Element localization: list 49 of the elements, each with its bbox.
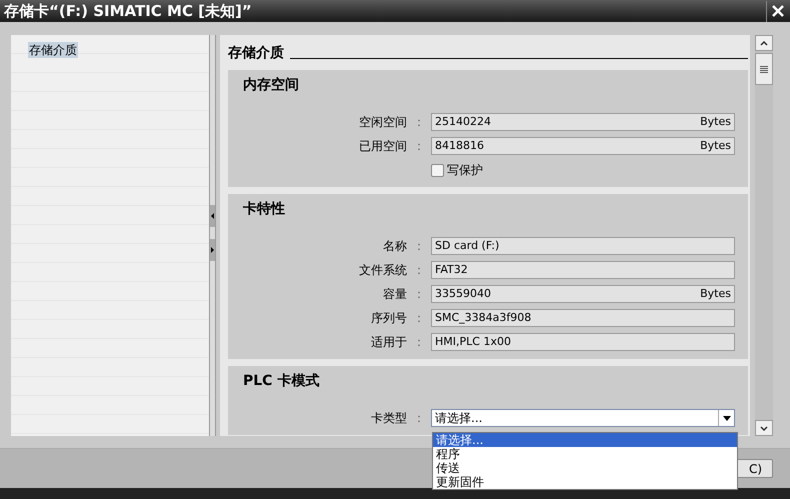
scroll-down-button[interactable]	[755, 420, 773, 436]
dropdown-option[interactable]: 传送	[433, 461, 737, 475]
input-field[interactable]: SMC_3384a3f908	[431, 309, 735, 327]
colon-mark: ：	[413, 138, 425, 155]
colon-mark: ：	[413, 286, 425, 303]
field-label: 卡类型	[371, 410, 407, 427]
section-heading: 存储介质	[228, 44, 284, 62]
field-label: 空闲空间	[359, 114, 407, 131]
input-field[interactable]: SD card (F:)	[431, 237, 735, 255]
dropdown-arrow-icon	[722, 416, 730, 420]
field-label: 容量	[383, 286, 407, 303]
window-title: 存储卡“(F:) SIMATIC MC [未知]”	[4, 0, 252, 22]
field-label: 已用空间	[359, 138, 407, 155]
grip-icon	[760, 66, 768, 72]
expand-right-button[interactable]	[210, 239, 215, 261]
colon-mark: ：	[413, 262, 425, 279]
input-field[interactable]: 33559040 Bytes	[431, 285, 735, 303]
input-field[interactable]: 25140224 Bytes	[431, 113, 735, 131]
input-field[interactable]: 8418816 Bytes	[431, 137, 735, 155]
right-arrow-icon	[211, 247, 214, 253]
field-label: 文件系统	[359, 262, 407, 279]
checkbox[interactable]	[431, 164, 444, 176]
dropdown-option[interactable]: 请选择...	[433, 433, 737, 447]
field-label: 名称	[383, 238, 407, 255]
input-field[interactable]: HMI,PLC 1x00	[431, 333, 735, 351]
section-title: 卡特性	[243, 200, 285, 218]
scrollbar[interactable]	[755, 35, 773, 436]
colon-mark: ：	[413, 410, 425, 427]
left-arrow-icon	[211, 213, 214, 219]
checkbox-label: 写保护	[447, 162, 483, 179]
section-title: PLC 卡模式	[243, 372, 320, 390]
collapse-left-button[interactable]	[210, 205, 215, 227]
dropdown-option[interactable]: 更新固件	[433, 475, 737, 489]
scroll-thumb[interactable]	[755, 53, 773, 85]
scroll-up-button[interactable]	[755, 35, 773, 51]
colon-mark: ：	[413, 114, 425, 131]
sidebar-item[interactable]: 存储介质	[28, 42, 78, 58]
up-caret-icon	[760, 40, 768, 46]
dropdown-option[interactable]: 程序	[433, 447, 737, 461]
dropdown[interactable]: 请选择...	[431, 409, 735, 427]
colon-mark: ：	[413, 334, 425, 351]
field-label: 序列号	[371, 310, 407, 327]
input-field[interactable]: FAT32	[431, 261, 735, 279]
down-caret-icon	[760, 426, 768, 430]
close-icon	[770, 4, 784, 18]
colon-mark: ：	[413, 310, 425, 327]
colon-mark: ：	[413, 238, 425, 255]
field-label: 适用于	[371, 334, 407, 351]
section-title: 内存空间	[243, 76, 299, 94]
